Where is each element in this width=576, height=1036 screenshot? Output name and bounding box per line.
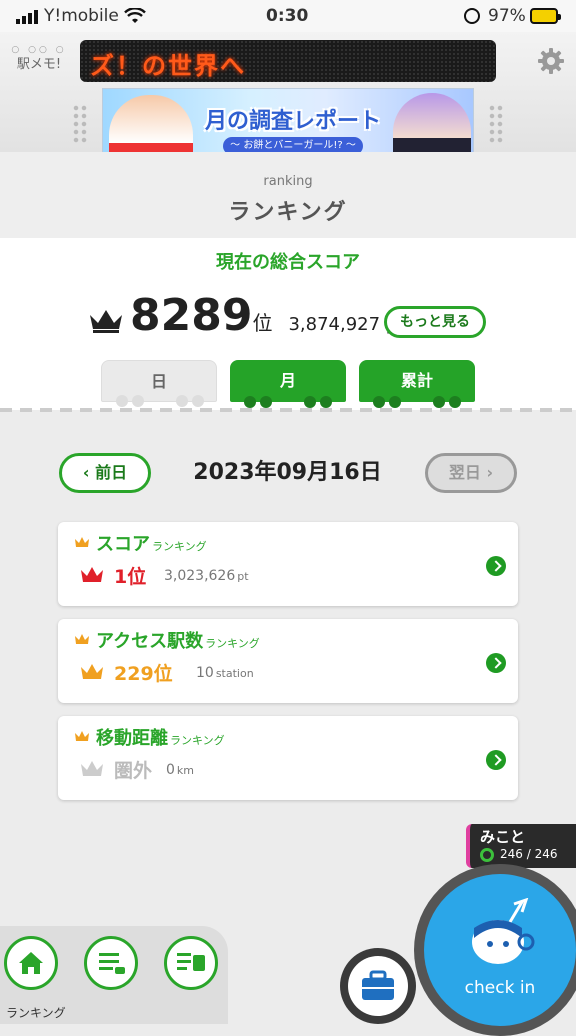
checkin-character-icon	[472, 898, 535, 964]
bag-button[interactable]	[340, 948, 416, 1024]
tab-month[interactable]: 月	[230, 360, 346, 408]
decor-dots-left	[72, 104, 88, 144]
decor-dots-right	[488, 104, 504, 144]
home-icon	[19, 952, 43, 974]
next-day-button[interactable]: 翌日 ›	[425, 453, 517, 493]
total-score-panel: 現在の総合スコア 8289 位 3,874,927 pt もっと見る 日 月 累…	[0, 238, 576, 410]
see-more-button[interactable]: もっと見る	[384, 306, 486, 338]
checkin-button[interactable]: check in	[414, 864, 576, 1036]
total-score-label: 現在の総合スコア	[216, 252, 360, 273]
clock: 0:30	[266, 6, 309, 26]
settings-gear-icon[interactable]	[536, 46, 566, 76]
total-rank-unit: 位	[252, 311, 273, 335]
ranking-title: アクセス駅数 ランキング	[96, 631, 260, 652]
ranking-title: 移動距離 ランキング	[96, 728, 225, 749]
ranking-nav-button[interactable]	[84, 936, 138, 990]
crown-icon	[81, 664, 103, 679]
orientation-lock-icon	[464, 8, 480, 24]
ranking-value: 10 station	[196, 665, 254, 681]
briefcase-icon	[362, 970, 394, 1000]
tab-total[interactable]: 累計	[359, 360, 475, 408]
crown-icon	[81, 761, 103, 776]
ranking-value: 0 km	[166, 762, 195, 778]
user-hp: 246 / 246	[500, 847, 558, 861]
crown-small-icon	[75, 731, 89, 741]
rail-divider	[0, 408, 576, 412]
user-badge[interactable]: みこと 246 / 246	[466, 824, 576, 868]
total-rank: 8289	[130, 290, 253, 341]
page-title: ランキング	[228, 200, 348, 225]
ranking-card-stations[interactable]: アクセス駅数 ランキング 229位 10 station	[58, 619, 518, 703]
carrier-label: Y!mobile	[44, 6, 119, 26]
status-bar: Y!mobile 0:30 97%	[0, 0, 576, 32]
checkin-label: check in	[464, 978, 536, 998]
bottom-nav-label: ランキング	[6, 1006, 66, 1020]
page-title-area: ranking ランキング	[0, 152, 576, 238]
battery-percent: 97%	[488, 6, 526, 26]
ranking-card-distance[interactable]: 移動距離 ランキング 圏外 0 km	[58, 716, 518, 800]
crown-small-icon	[75, 634, 89, 644]
app-header: ○ ○○ ○ 駅メモ! ズ！の世界へ 月の調査レポート ～ お餅とバニーガール!…	[0, 32, 576, 176]
ticker-text: ズ！の世界へ	[90, 52, 246, 80]
home-button[interactable]	[4, 936, 58, 990]
battery-icon	[530, 8, 561, 24]
hp-icon	[480, 848, 494, 862]
page-title-en: ranking	[263, 174, 313, 189]
tab-day[interactable]: 日	[101, 360, 217, 407]
ranking-rank: 1位	[114, 566, 147, 588]
train-list-icon	[177, 953, 205, 971]
crown-icon	[81, 567, 103, 582]
crown-small-icon	[75, 537, 89, 547]
signal-icon	[16, 10, 38, 24]
ranking-value: 3,023,626 pt	[164, 568, 249, 584]
prev-day-button[interactable]: ‹ 前日	[59, 453, 151, 493]
ranking-list-icon	[99, 953, 125, 974]
news-ticker: ズ！の世界へ	[80, 40, 496, 82]
total-rank-row: 8289 位 3,874,927 pt	[88, 290, 404, 350]
app-logo[interactable]: ○ ○○ ○ 駅メモ!	[8, 46, 70, 82]
user-name: みこと	[480, 828, 526, 846]
chevron-right-icon[interactable]	[486, 556, 506, 576]
ranking-rank: 圏外	[114, 760, 153, 782]
ranking-card-score[interactable]: スコア ランキング 1位 3,023,626 pt	[58, 522, 518, 606]
chevron-right-icon[interactable]	[486, 653, 506, 673]
chevron-right-icon[interactable]	[486, 750, 506, 770]
wifi-icon	[124, 8, 146, 23]
ranking-rank: 229位	[114, 663, 173, 685]
crown-icon	[90, 310, 122, 333]
banner-title: 月の調査レポート	[204, 109, 381, 134]
bottom-nav: ランキング	[0, 926, 228, 1024]
station-list-button[interactable]	[164, 936, 218, 990]
current-date: 2023年09月16日	[193, 460, 382, 485]
ranking-title: スコア ランキング	[96, 534, 207, 555]
